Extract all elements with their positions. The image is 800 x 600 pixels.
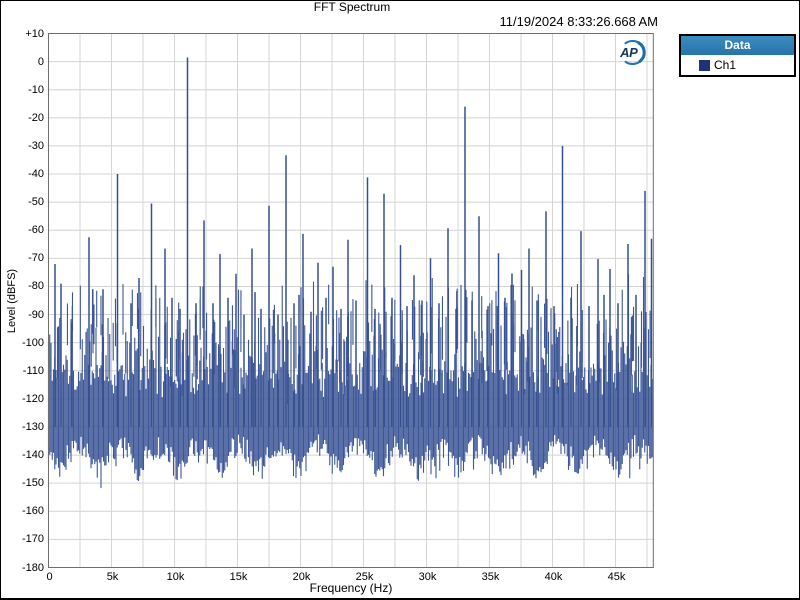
svg-text:AP: AP <box>619 45 638 60</box>
